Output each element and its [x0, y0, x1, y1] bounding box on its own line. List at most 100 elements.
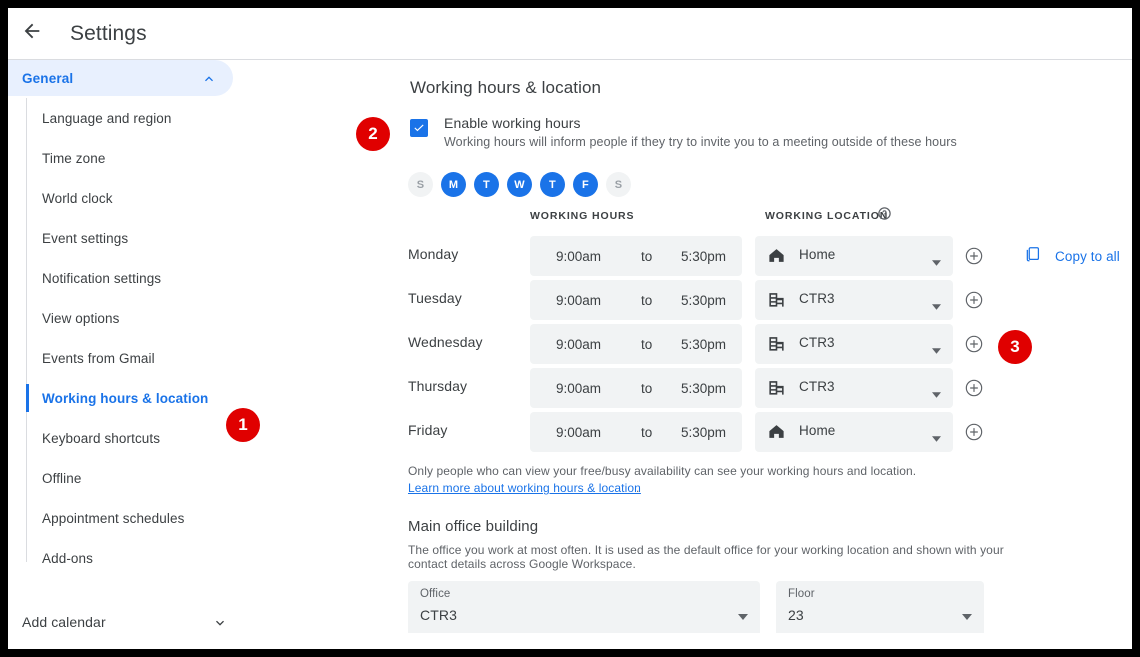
time-separator: to — [641, 293, 652, 308]
office-select[interactable]: Office CTR3 — [408, 581, 760, 633]
end-time[interactable]: 5:30pm — [681, 249, 726, 264]
time-separator: to — [641, 337, 652, 352]
sidebar-item-label: Keyboard shortcuts — [42, 431, 160, 446]
privacy-note: Only people who can view your free/busy … — [408, 464, 916, 478]
sidebar-group-general[interactable]: General — [8, 60, 233, 96]
enable-working-hours-checkbox[interactable] — [410, 119, 428, 137]
time-separator: to — [641, 249, 652, 264]
sidebar-item-label: Appointment schedules — [42, 511, 184, 526]
building-icon — [767, 290, 786, 314]
day-pill-monday[interactable]: M — [441, 172, 466, 197]
sidebar-item-label: Language and region — [42, 111, 172, 126]
day-pill-saturday[interactable]: S — [606, 172, 631, 197]
active-indicator — [26, 384, 29, 412]
caret-down-icon — [932, 297, 941, 315]
main-office-heading: Main office building — [408, 518, 538, 535]
table-row: Thursday 9:00am to 5:30pm CTR3 — [248, 368, 1132, 408]
sidebar-item-view-options[interactable]: View options — [8, 298, 248, 338]
day-pill-wednesday[interactable]: W — [507, 172, 532, 197]
sidebar-item-world-clock[interactable]: World clock — [8, 178, 248, 218]
table-row: Friday 9:00am to 5:30pm Home — [248, 412, 1132, 452]
table-row: Tuesday 9:00am to 5:30pm CTR3 — [248, 280, 1132, 320]
sidebar-item-time-zone[interactable]: Time zone — [8, 138, 248, 178]
help-circle-icon[interactable] — [877, 206, 892, 226]
working-location-select-thursday[interactable]: CTR3 — [755, 368, 953, 408]
add-location-thursday[interactable] — [964, 378, 984, 398]
sidebar-item-keyboard-shortcuts[interactable]: Keyboard shortcuts — [8, 418, 248, 458]
start-time[interactable]: 9:00am — [556, 381, 601, 396]
sidebar-group-label: General — [22, 71, 73, 86]
caret-down-icon — [932, 341, 941, 359]
time-separator: to — [641, 381, 652, 396]
enable-working-hours-description: Working hours will inform people if they… — [444, 135, 957, 149]
add-calendar-button[interactable]: Add calendar — [8, 595, 248, 649]
end-time[interactable]: 5:30pm — [681, 293, 726, 308]
day-pill-sunday[interactable]: S — [408, 172, 433, 197]
main-office-description-line2: contact details across Google Workspace. — [408, 557, 636, 571]
working-hours-field-tuesday[interactable]: 9:00am to 5:30pm — [530, 280, 742, 320]
day-pill-tuesday[interactable]: T — [474, 172, 499, 197]
working-location-select-wednesday[interactable]: CTR3 — [755, 324, 953, 364]
row-day-label: Thursday — [408, 378, 467, 394]
working-location-value: CTR3 — [799, 291, 835, 306]
working-location-value: Home — [799, 247, 835, 262]
copy-to-all-button[interactable]: Copy to all — [1023, 244, 1120, 269]
add-location-wednesday[interactable] — [964, 334, 984, 354]
add-location-monday[interactable] — [964, 246, 984, 266]
floor-select[interactable]: Floor 23 — [776, 581, 984, 633]
learn-more-link[interactable]: Learn more about working hours & locatio… — [408, 481, 641, 495]
sidebar-item-notification-settings[interactable]: Notification settings — [8, 258, 248, 298]
sidebar-item-list: Language and region Time zone World cloc… — [8, 98, 248, 578]
home-icon — [767, 246, 786, 270]
sidebar-item-label: Offline — [42, 471, 81, 486]
row-day-label: Monday — [408, 246, 458, 262]
section-title: Working hours & location — [410, 78, 601, 98]
add-calendar-label: Add calendar — [22, 614, 106, 630]
caret-down-icon — [932, 429, 941, 447]
end-time[interactable]: 5:30pm — [681, 381, 726, 396]
sidebar-item-event-settings[interactable]: Event settings — [8, 218, 248, 258]
office-select-value: CTR3 — [420, 607, 457, 623]
home-icon — [767, 422, 786, 446]
sidebar-item-working-hours-location[interactable]: Working hours & location — [8, 378, 248, 418]
working-hours-field-monday[interactable]: 9:00am to 5:30pm — [530, 236, 742, 276]
row-day-label: Friday — [408, 422, 448, 438]
column-header-working-location: WORKING LOCATION — [765, 210, 888, 222]
day-pill-friday[interactable]: F — [573, 172, 598, 197]
sidebar-item-add-ons[interactable]: Add-ons — [8, 538, 248, 578]
sidebar-item-label: Notification settings — [42, 271, 161, 286]
sidebar-item-label: Working hours & location — [42, 391, 208, 406]
start-time[interactable]: 9:00am — [556, 249, 601, 264]
working-location-value: CTR3 — [799, 379, 835, 394]
annotation-badge-2: 2 — [356, 117, 390, 151]
end-time[interactable]: 5:30pm — [681, 425, 726, 440]
learn-more-suffix: . — [636, 481, 639, 495]
sidebar-item-language-and-region[interactable]: Language and region — [8, 98, 248, 138]
start-time[interactable]: 9:00am — [556, 425, 601, 440]
day-pill-thursday[interactable]: T — [540, 172, 565, 197]
sidebar-item-label: Add-ons — [42, 551, 93, 566]
table-row: Monday 9:00am to 5:30pm Home — [248, 236, 1132, 276]
working-hours-field-wednesday[interactable]: 9:00am to 5:30pm — [530, 324, 742, 364]
end-time[interactable]: 5:30pm — [681, 337, 726, 352]
start-time[interactable]: 9:00am — [556, 293, 601, 308]
add-location-tuesday[interactable] — [964, 290, 984, 310]
sidebar-item-label: Events from Gmail — [42, 351, 155, 366]
sidebar-item-appointment-schedules[interactable]: Appointment schedules — [8, 498, 248, 538]
row-day-label: Tuesday — [408, 290, 462, 306]
start-time[interactable]: 9:00am — [556, 337, 601, 352]
settings-sidebar: General Language and region Time zone Wo… — [8, 60, 248, 649]
working-location-select-tuesday[interactable]: CTR3 — [755, 280, 953, 320]
sidebar-item-events-from-gmail[interactable]: Events from Gmail — [8, 338, 248, 378]
working-hours-field-thursday[interactable]: 9:00am to 5:30pm — [530, 368, 742, 408]
working-hours-field-friday[interactable]: 9:00am to 5:30pm — [530, 412, 742, 452]
back-button[interactable] — [12, 14, 52, 54]
working-location-select-friday[interactable]: Home — [755, 412, 953, 452]
building-icon — [767, 334, 786, 358]
sidebar-item-offline[interactable]: Offline — [8, 458, 248, 498]
caret-down-icon — [962, 607, 972, 625]
day-selector: S M T W T F S — [408, 172, 631, 197]
annotation-badge-3: 3 — [998, 330, 1032, 364]
working-location-select-monday[interactable]: Home — [755, 236, 953, 276]
add-location-friday[interactable] — [964, 422, 984, 442]
